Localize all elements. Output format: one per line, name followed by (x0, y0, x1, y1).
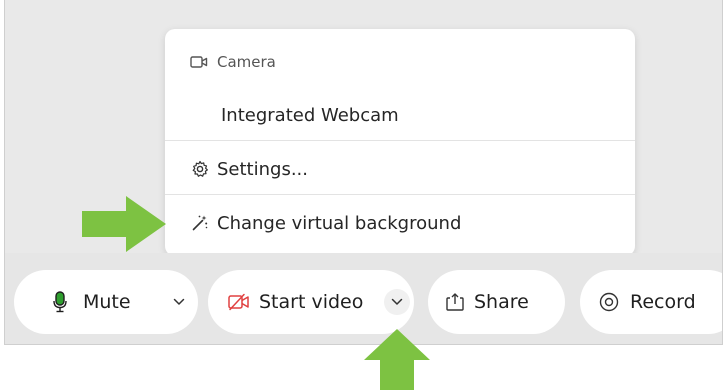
change-virtual-background-label: Change virtual background (217, 212, 462, 234)
share-icon (445, 292, 465, 312)
camera-section-label: Camera (217, 53, 276, 71)
menu-divider (165, 140, 635, 141)
change-virtual-background-item[interactable]: Change virtual background (165, 207, 635, 239)
chevron-down-icon (391, 298, 403, 305)
start-video-button-group: Start video (208, 270, 414, 334)
annotation-arrow-right-icon (82, 196, 166, 252)
record-button[interactable]: Record (580, 270, 722, 334)
camera-option-integrated-webcam[interactable]: Integrated Webcam (165, 99, 635, 131)
settings-label: Settings... (217, 158, 308, 180)
menu-divider (165, 194, 635, 195)
record-label: Record (630, 291, 696, 313)
magic-wand-icon (191, 214, 209, 232)
record-icon (599, 292, 619, 312)
mute-options-chevron[interactable] (166, 289, 192, 315)
video-options-chevron[interactable] (384, 289, 410, 315)
camera-section-header: Camera (165, 49, 635, 75)
chevron-down-icon (173, 298, 185, 305)
share-button[interactable]: Share (428, 270, 565, 334)
settings-menu-item[interactable]: Settings... (165, 153, 635, 185)
share-label: Share (474, 291, 529, 313)
start-video-label[interactable]: Start video (259, 291, 363, 313)
annotation-arrow-up-icon (364, 329, 430, 390)
screenshot-stage: Camera Integrated Webcam Settings... Cha… (0, 0, 726, 390)
video-options-menu: Camera Integrated Webcam Settings... Cha… (165, 29, 635, 256)
video-off-icon[interactable] (228, 293, 250, 311)
camera-option-label: Integrated Webcam (221, 104, 399, 126)
gear-icon (191, 160, 209, 178)
mute-button-group: Mute (14, 270, 198, 334)
camera-icon (190, 54, 208, 70)
meeting-window: Camera Integrated Webcam Settings... Cha… (4, 0, 723, 345)
mute-label[interactable]: Mute (83, 291, 131, 313)
microphone-icon[interactable] (52, 291, 68, 313)
